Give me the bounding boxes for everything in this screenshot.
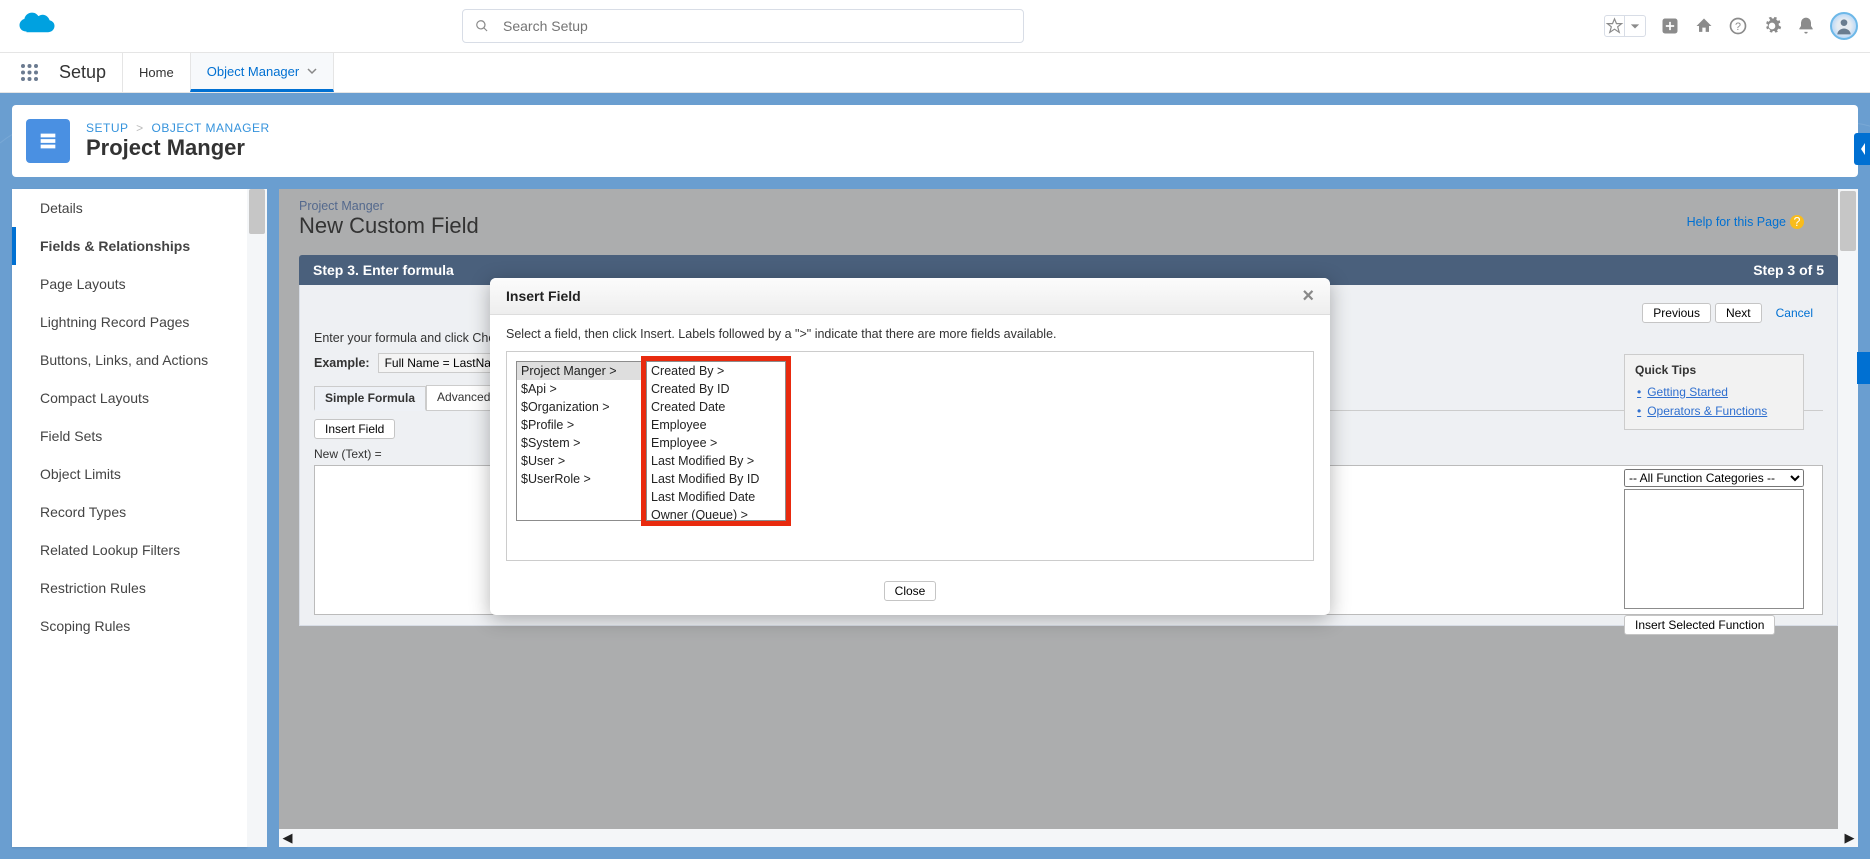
step-indicator: Step 3 of 5 — [1753, 262, 1824, 278]
floating-drawer-tab[interactable] — [1857, 352, 1870, 384]
step-label: Step 3. Enter formula — [313, 262, 454, 278]
picker-opt[interactable]: Created By > — [647, 362, 785, 380]
picker-column-1[interactable]: Project Manger > $Api > $Organization > … — [516, 361, 642, 521]
scroll-right-icon[interactable]: ▶ — [1841, 830, 1858, 847]
sidebar-item-restriction-rules[interactable]: Restriction Rules — [12, 569, 247, 607]
sidebar-item-page-layouts[interactable]: Page Layouts — [12, 265, 247, 303]
example-label: Example: — [314, 356, 370, 370]
app-launcher-icon[interactable] — [12, 53, 47, 92]
page-header-region: SETUP > OBJECT MANAGER Project Manger — [0, 93, 1870, 189]
tab-home-label: Home — [139, 65, 174, 80]
page-header-card: SETUP > OBJECT MANAGER Project Manger — [12, 105, 1858, 177]
app-name: Setup — [47, 53, 122, 92]
quick-tips-title: Quick Tips — [1635, 363, 1793, 377]
function-box: -- All Function Categories -- Insert Sel… — [1624, 469, 1804, 635]
insert-function-button[interactable]: Insert Selected Function — [1624, 615, 1775, 635]
picker-opt[interactable]: $System > — [517, 434, 641, 452]
gear-icon[interactable] — [1762, 16, 1782, 36]
content-hscrollbar[interactable]: ◀ ▶ — [279, 829, 1858, 847]
sidebar-item-fields[interactable]: Fields & Relationships — [12, 227, 247, 265]
modal-close-button[interactable]: Close — [884, 581, 937, 601]
tab-home[interactable]: Home — [122, 53, 190, 92]
crumb-setup[interactable]: SETUP — [86, 121, 128, 135]
help-link[interactable]: Help for this Page? — [1687, 215, 1804, 229]
picker-opt[interactable]: $Api > — [517, 380, 641, 398]
page-title: Project Manger — [86, 135, 270, 161]
sidebar-item-compact-layouts[interactable]: Compact Layouts — [12, 379, 247, 417]
insert-field-modal: Insert Field × Select a field, then clic… — [490, 278, 1330, 615]
close-icon[interactable]: × — [1302, 289, 1314, 303]
sidebar-item-details[interactable]: Details — [12, 189, 247, 227]
picker-opt[interactable]: $Organization > — [517, 398, 641, 416]
help-icon[interactable]: ? — [1728, 16, 1748, 36]
bell-icon[interactable] — [1796, 16, 1816, 36]
sidebar-item-scoping-rules[interactable]: Scoping Rules — [12, 607, 247, 645]
function-category-select[interactable]: -- All Function Categories -- — [1624, 469, 1804, 487]
scroll-left-icon[interactable]: ◀ — [279, 830, 296, 847]
tab-om-label: Object Manager — [207, 64, 300, 79]
sidebar-item-related-lookup[interactable]: Related Lookup Filters — [12, 531, 247, 569]
global-header: ? — [0, 0, 1870, 53]
picker-opt[interactable]: $UserRole > — [517, 470, 641, 488]
sidebar-scrollbar[interactable] — [247, 189, 267, 847]
sidebar: Details Fields & Relationships Page Layo… — [12, 189, 247, 847]
modal-title: Insert Field — [506, 288, 581, 304]
sidebar-item-object-limits[interactable]: Object Limits — [12, 455, 247, 493]
search-input[interactable] — [503, 18, 1011, 34]
breadcrumb: SETUP > OBJECT MANAGER — [86, 121, 270, 135]
link-operators-functions[interactable]: Operators & Functions — [1651, 402, 1793, 421]
picker-opt[interactable]: Employee > — [647, 434, 785, 452]
picker-opt[interactable]: $Profile > — [517, 416, 641, 434]
insert-field-button[interactable]: Insert Field — [314, 419, 395, 439]
modal-instructions: Select a field, then click Insert. Label… — [506, 327, 1314, 341]
picker-opt[interactable]: Owner (Queue) > — [647, 506, 785, 521]
object-icon — [26, 119, 70, 163]
picker-opt[interactable]: Created Date — [647, 398, 785, 416]
content-subtitle: Project Manger — [299, 199, 1838, 213]
sidebar-item-field-sets[interactable]: Field Sets — [12, 417, 247, 455]
svg-text:?: ? — [1735, 21, 1741, 33]
cancel-button[interactable]: Cancel — [1766, 304, 1823, 322]
link-getting-started[interactable]: Getting Started — [1651, 383, 1793, 402]
content-vscrollbar[interactable] — [1838, 189, 1858, 829]
previous-button[interactable]: Previous — [1642, 303, 1711, 323]
field-picker: Project Manger > $Api > $Organization > … — [506, 351, 1314, 561]
picker-opt[interactable]: Created By ID — [647, 380, 785, 398]
user-avatar[interactable] — [1830, 12, 1858, 40]
search-icon — [475, 19, 489, 33]
next-button[interactable]: Next — [1715, 303, 1762, 323]
picker-column-2[interactable]: Created By > Created By ID Created Date … — [646, 361, 786, 521]
picker-opt[interactable]: $User > — [517, 452, 641, 470]
picker-opt[interactable]: Project Manger > — [517, 362, 641, 380]
tab-bar: Setup Home Object Manager — [0, 53, 1870, 93]
add-icon[interactable] — [1660, 16, 1680, 36]
tab-simple-formula[interactable]: Simple Formula — [314, 386, 426, 411]
picker-opt[interactable]: Last Modified By > — [647, 452, 785, 470]
favorites-button[interactable] — [1604, 15, 1646, 37]
picker-opt[interactable]: Last Modified Date — [647, 488, 785, 506]
header-utility-icons: ? — [1604, 12, 1858, 40]
content-title: New Custom Field — [299, 213, 1838, 239]
tab-object-manager[interactable]: Object Manager — [190, 53, 335, 92]
drawer-toggle[interactable] — [1854, 133, 1870, 165]
crumb-objmgr[interactable]: OBJECT MANAGER — [152, 121, 270, 135]
picker-opt[interactable]: Employee — [647, 416, 785, 434]
chevron-down-icon — [307, 66, 317, 76]
quick-tips-box: Quick Tips Getting Started Operators & F… — [1624, 354, 1804, 430]
sidebar-item-record-types[interactable]: Record Types — [12, 493, 247, 531]
sidebar-item-buttons-links[interactable]: Buttons, Links, and Actions — [12, 341, 247, 379]
search-box[interactable] — [462, 9, 1024, 43]
salesforce-help-icon[interactable] — [1694, 16, 1714, 36]
picker-opt[interactable]: Last Modified By ID — [647, 470, 785, 488]
sidebar-item-lightning-pages[interactable]: Lightning Record Pages — [12, 303, 247, 341]
salesforce-logo[interactable] — [12, 7, 62, 45]
function-list[interactable] — [1624, 489, 1804, 609]
